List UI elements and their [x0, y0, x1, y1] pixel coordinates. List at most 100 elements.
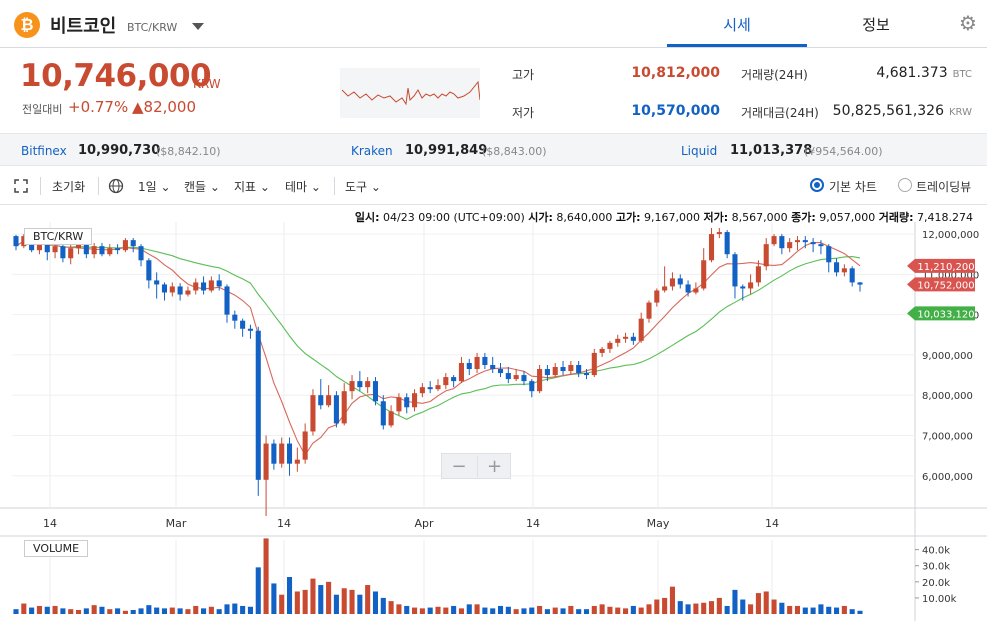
change-amount: ▲82,000: [132, 98, 197, 116]
volume-bar: [568, 605, 574, 614]
candle-dropdown[interactable]: 캔들 ⌄: [184, 178, 220, 195]
volume-bar: [341, 588, 347, 614]
globe-icon[interactable]: [108, 178, 124, 194]
candle-body: [224, 286, 230, 315]
candle-body: [497, 369, 504, 374]
volume-bar: [834, 607, 840, 614]
volume-bar: [529, 607, 535, 614]
indicator-dropdown[interactable]: 지표 ⌄: [234, 178, 270, 195]
candle-body: [724, 232, 730, 255]
exchange-name-bitfinex[interactable]: Bitfinex: [21, 144, 67, 158]
candle-body: [466, 362, 472, 370]
chevron-down-icon[interactable]: [192, 23, 204, 30]
candle-body: [232, 314, 238, 321]
volume-bar: [349, 589, 355, 614]
volume-bar: [544, 609, 550, 614]
basic-chart-label[interactable]: 기본 차트: [829, 178, 877, 195]
exchange-foreign-bitfinex: ($8,842.10): [156, 145, 221, 158]
candle-body: [505, 373, 511, 380]
candle-body: [247, 328, 253, 331]
y-tick-label: 8,000,000: [922, 391, 973, 402]
volume-bar: [583, 609, 590, 614]
volume-bar: [646, 604, 652, 614]
candle-body: [685, 284, 691, 293]
volume-bar: [857, 610, 863, 614]
candle-body: [60, 246, 66, 259]
exchange-name-kraken[interactable]: Kraken: [351, 144, 393, 158]
theme-dropdown[interactable]: 테마 ⌄: [285, 178, 321, 195]
x-tick-label: 14: [526, 517, 540, 530]
volume-bar: [161, 608, 168, 614]
coin-name[interactable]: 비트코인: [50, 12, 116, 38]
candle-body: [810, 242, 816, 245]
candle-body: [154, 280, 160, 285]
candle-body: [568, 365, 574, 372]
exchange-strip: Bitfinex 10,990,730 ($8,842.10) Kraken 1…: [0, 133, 987, 166]
candle-body: [201, 282, 207, 291]
x-tick-label: Mar: [166, 517, 187, 530]
volume-bar: [99, 606, 105, 614]
candle-body: [474, 356, 480, 370]
candle-body: [216, 280, 222, 287]
exchange-name-liquid[interactable]: Liquid: [681, 144, 717, 158]
turnover-24h: 50,825,561,326 KRW: [820, 103, 972, 119]
interval-dropdown[interactable]: 1일 ⌄: [138, 178, 171, 195]
volume-bar: [755, 593, 761, 614]
zoom-out-button[interactable]: −: [442, 456, 476, 477]
gear-icon[interactable]: ⚙: [957, 12, 979, 34]
volume-bar: [396, 604, 402, 614]
y-tick-label: 12,000,000: [922, 230, 979, 241]
expand-icon[interactable]: [14, 179, 28, 193]
candle-body: [841, 268, 847, 273]
change-label: 전일대비: [22, 103, 63, 116]
candle-body: [357, 381, 363, 388]
zoom-in-button[interactable]: +: [477, 456, 511, 477]
candle-body: [404, 397, 410, 408]
zoom-control: − +: [441, 453, 511, 479]
volume-bar: [279, 594, 285, 614]
candle-body: [834, 262, 840, 273]
high-value: 10,812,000: [631, 65, 720, 81]
volume-bar: [68, 609, 74, 614]
x-tick-label: Apr: [414, 517, 434, 530]
volume-bar: [115, 608, 121, 614]
chart-pair-tag: BTC/KRW: [24, 228, 93, 245]
volume-bar: [21, 603, 27, 614]
basic-chart-radio[interactable]: [810, 178, 824, 192]
volume-bar: [794, 605, 801, 614]
candle-body: [560, 367, 566, 372]
tools-dropdown[interactable]: 도구 ⌄: [345, 178, 381, 195]
candle-body: [552, 367, 558, 376]
reset-button[interactable]: 초기화: [52, 178, 85, 195]
coin-pair[interactable]: BTC/KRW: [127, 21, 177, 34]
volume-bar: [52, 605, 58, 614]
price-chart[interactable]: 14Mar14Apr14May1412,000,00011,000,00010,…: [0, 206, 987, 621]
candle-body: [349, 381, 355, 392]
volume-bar: [302, 589, 308, 614]
volume-bar: [333, 594, 339, 614]
volume-tick-label: 10.00k: [922, 594, 957, 605]
volume-bar: [36, 605, 42, 614]
volume-tick-label: 40.0k: [922, 546, 950, 557]
candle-body: [458, 362, 464, 382]
tab-market[interactable]: 시세: [667, 0, 807, 47]
volume-bar: [435, 606, 441, 614]
candle-body: [365, 381, 371, 388]
volume-bar: [365, 585, 371, 614]
volume-bar: [552, 607, 558, 614]
volume-tick-label: 20.0k: [922, 578, 950, 589]
candle-body: [490, 365, 496, 370]
tradingview-radio[interactable]: [898, 178, 912, 192]
volume-bar: [810, 607, 816, 614]
volume-bar: [654, 599, 660, 614]
candle-body: [388, 411, 394, 426]
candle-body: [91, 246, 97, 255]
tab-info[interactable]: 정보: [806, 0, 946, 47]
tradingview-label[interactable]: 트레이딩뷰: [916, 178, 971, 195]
volume-bar: [576, 609, 582, 614]
interval-label: 1일: [138, 180, 157, 194]
volume-bar: [216, 609, 222, 614]
volume-bar: [826, 606, 832, 614]
volume-bar: [247, 606, 253, 614]
volume-bar: [560, 608, 566, 614]
